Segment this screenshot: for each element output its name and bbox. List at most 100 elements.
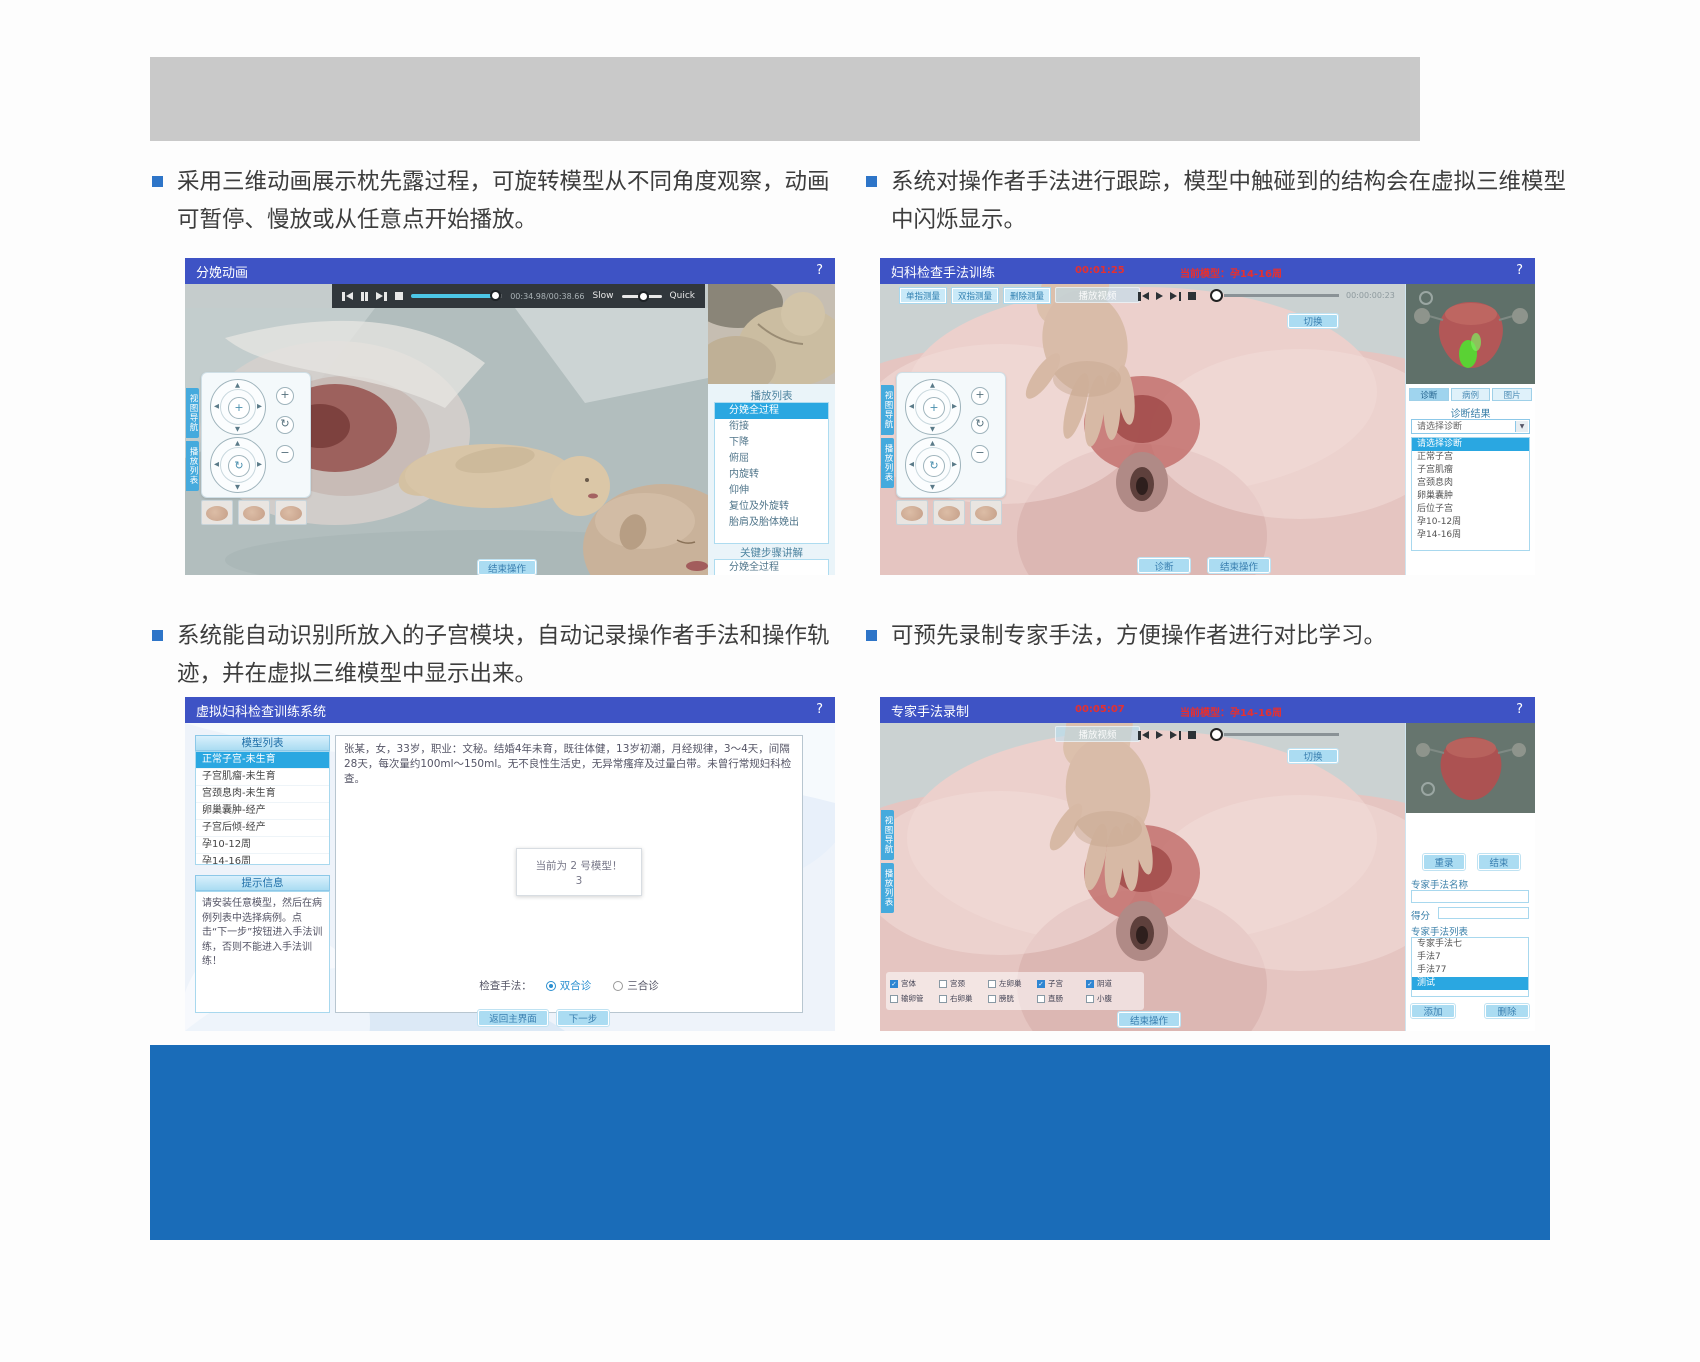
pan-control[interactable]: ▲ ▼ ◀ ▶ + [210,379,266,435]
side-tab[interactable]: 视图导航 [881,810,894,860]
structure-checkbox[interactable]: 宫颈 [939,976,988,991]
maneuver-list-item[interactable]: 专家手法七 [1412,938,1528,951]
prev-button[interactable] [1138,730,1149,740]
diagnosis-option[interactable]: 卵巢囊肿 [1412,490,1529,503]
help-button[interactable]: ? [816,702,823,717]
next-button[interactable] [1170,291,1181,301]
play-video-button[interactable]: 播放视频 [1055,287,1140,303]
maneuver-list-item[interactable]: 手法7 [1412,951,1528,964]
pause-button[interactable] [361,291,368,301]
diagnosis-option[interactable]: 后位子宫 [1412,503,1529,516]
arrow-up-icon[interactable]: ▲ [235,439,240,447]
arrow-down-icon[interactable]: ▼ [930,483,935,491]
playlist-item[interactable]: 衔接 [715,419,828,435]
measure-button[interactable]: 单指测量 [900,288,946,303]
play-button[interactable] [1156,291,1163,301]
playlist-item[interactable]: 俯屈 [715,451,828,467]
arrow-right-icon[interactable]: ▶ [952,460,957,468]
arrow-left-icon[interactable]: ◀ [909,460,914,468]
add-button[interactable]: 添加 [1411,1004,1455,1018]
structure-checkbox[interactable]: 子宫 [1037,976,1086,991]
stop-button[interactable] [1188,291,1196,301]
help-button[interactable]: ? [816,263,823,278]
diagnosis-option[interactable]: 孕10-12周 [1412,516,1529,529]
structure-checkbox[interactable]: 右卵巢 [939,991,988,1006]
arrow-right-icon[interactable]: ▶ [257,460,262,468]
play-video-button[interactable]: 播放视频 [1055,726,1140,742]
next-button[interactable] [376,291,387,301]
play-button[interactable] [1156,730,1163,740]
seek-knob[interactable] [1210,289,1223,302]
arrow-right-icon[interactable]: ▶ [952,402,957,410]
stop-button[interactable] [1188,730,1196,740]
speed-slider[interactable] [622,295,662,298]
diagnose-button[interactable]: 诊断 [1138,558,1190,573]
arrow-up-icon[interactable]: ▲ [930,439,935,447]
pose-thumbnail[interactable] [933,500,965,525]
rotate-control[interactable]: ▲ ▼ ◀ ▶ ↻ [905,437,961,493]
reset-view-button[interactable]: ↻ [276,416,294,434]
stop-button[interactable] [395,291,403,301]
diagnosis-option[interactable]: 正常子宫 [1412,451,1529,464]
switch-view-button[interactable]: 切换 [1288,749,1338,763]
playlist-item[interactable]: 复位及外旋转 [715,499,828,515]
key-step-item[interactable]: 分娩全过程 [715,560,828,575]
panel-tab[interactable]: 病例 [1451,388,1491,401]
maneuver-list-item[interactable]: 手法77 [1412,964,1528,977]
pose-thumbnail[interactable] [896,500,928,525]
model-list-item[interactable]: 孕10-12周 [196,837,329,854]
playlist-item[interactable]: 内旋转 [715,467,828,483]
structure-checkbox[interactable]: 直肠 [1037,991,1086,1006]
arrow-right-icon[interactable]: ▶ [257,402,262,410]
seek-knob[interactable] [1210,728,1223,741]
model-list-item[interactable]: 卵巢囊肿-经产 [196,803,329,820]
diagnosis-option[interactable]: 子宫肌瘤 [1412,464,1529,477]
zoom-out-button[interactable]: − [276,445,294,463]
arrow-up-icon[interactable]: ▲ [235,381,240,389]
model-list-item[interactable]: 正常子宫-未生育 [196,752,329,769]
model-list-item[interactable]: 孕14-16周 [196,854,329,865]
delete-button[interactable]: 删除 [1485,1004,1529,1018]
pan-control[interactable]: ▲ ▼ ◀ ▶ + [905,379,961,435]
arrow-left-icon[interactable]: ◀ [214,402,219,410]
arrow-left-icon[interactable]: ◀ [909,402,914,410]
arrow-down-icon[interactable]: ▼ [235,425,240,433]
speed-knob[interactable] [638,291,649,302]
method-radio[interactable]: 三合诊 [613,978,659,993]
model-list-item[interactable]: 宫颈息肉-未生育 [196,786,329,803]
help-button[interactable]: ? [1516,263,1523,278]
arrow-left-icon[interactable]: ◀ [214,460,219,468]
back-to-main-button[interactable]: 返回主界面 [478,1010,548,1026]
end-operation-button[interactable]: 结束操作 [1118,1012,1180,1027]
finish-button[interactable]: 结束 [1478,854,1520,870]
structure-checkbox[interactable]: 宫体 [890,976,939,991]
model-list-item[interactable]: 子宫后倾-经产 [196,820,329,837]
reset-view-button[interactable]: ↻ [971,416,989,434]
side-tab[interactable]: 视图导航 [186,388,199,438]
structure-checkbox[interactable]: 阴道 [1086,976,1135,991]
maneuver-name-input[interactable] [1411,890,1529,903]
maneuver-list-item[interactable]: 测试 [1412,977,1528,990]
playlist-item[interactable]: 胎肩及胎体娩出 [715,515,828,531]
playlist-item[interactable]: 分娩全过程 [715,403,828,419]
measure-button[interactable]: 删除测量 [1004,288,1050,303]
arrow-up-icon[interactable]: ▲ [930,381,935,389]
prev-button[interactable] [342,291,353,301]
end-operation-button[interactable]: 结束操作 [478,560,536,575]
diagnosis-option[interactable]: 孕14-16周 [1412,529,1529,542]
structure-checkbox[interactable]: 左卵巢 [988,976,1037,991]
diagnosis-option[interactable]: 请选择诊断 [1412,438,1529,451]
diagnosis-select[interactable]: 请选择诊断 ▼ [1411,419,1530,434]
seek-track[interactable] [1224,733,1339,736]
seek-knob[interactable] [490,290,501,301]
panel-tab[interactable]: 诊断 [1409,388,1449,401]
side-tab[interactable]: 视图导航 [881,385,894,435]
zoom-in-button[interactable]: + [971,387,989,405]
seek-slider[interactable] [411,294,503,298]
panel-tab[interactable]: 图片 [1492,388,1532,401]
end-operation-button[interactable]: 结束操作 [1208,558,1270,573]
playlist-item[interactable]: 仰伸 [715,483,828,499]
side-tab[interactable]: 播放列表 [186,441,199,491]
pose-thumbnail[interactable] [275,500,307,525]
side-tab[interactable]: 播放列表 [881,438,894,488]
